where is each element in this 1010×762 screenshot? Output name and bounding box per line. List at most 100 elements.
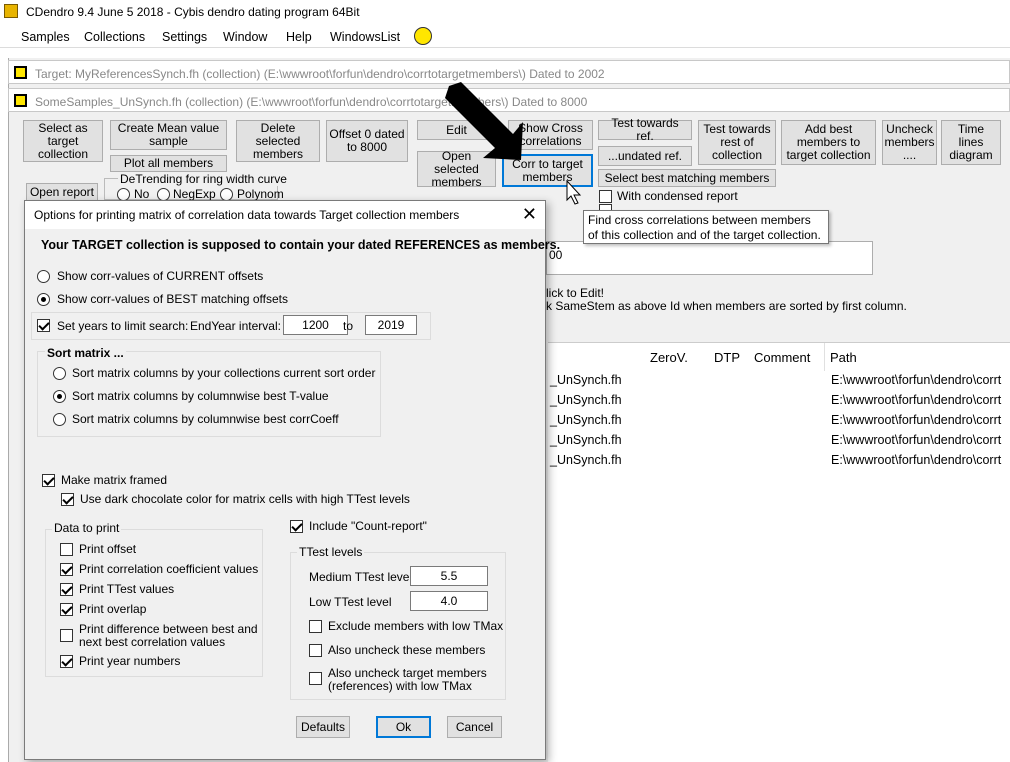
members-list[interactable]: ZeroV. DTP Comment Path _UnSynch.fh E:\w… bbox=[548, 342, 1010, 762]
sort-current-radio[interactable] bbox=[53, 367, 66, 380]
dark-choc-checkbox[interactable] bbox=[61, 493, 74, 506]
add-best-button[interactable]: Add best members to target collection bbox=[781, 120, 876, 165]
select-target-button[interactable]: Select as target collection bbox=[23, 120, 103, 162]
sort-title: Sort matrix ... bbox=[45, 346, 126, 360]
menu-settings[interactable]: Settings bbox=[162, 30, 207, 44]
endyear-to-input[interactable]: 2019 bbox=[365, 315, 417, 335]
print-corr-label: Print correlation coefficient values bbox=[79, 562, 259, 576]
col-comment[interactable]: Comment bbox=[754, 350, 810, 365]
dialog-titlebar[interactable]: Options for printing matrix of correlati… bbox=[25, 201, 545, 229]
app-icon bbox=[4, 4, 18, 18]
window-title: CDendro 9.4 June 5 2018 - Cybis dendro d… bbox=[26, 5, 360, 19]
low-ttest-input[interactable]: 4.0 bbox=[410, 591, 488, 611]
test-rest-button[interactable]: Test towards rest of collection bbox=[698, 120, 776, 165]
sort-tvalue-radio[interactable] bbox=[53, 390, 66, 403]
also-uncheck-target-checkbox[interactable] bbox=[309, 672, 322, 685]
menu-windowslist[interactable]: WindowsList bbox=[330, 30, 400, 44]
to-label: to bbox=[343, 319, 354, 333]
also-uncheck-checkbox[interactable] bbox=[309, 644, 322, 657]
row-path: E:\wwwroot\forfun\dendro\corrt bbox=[831, 393, 1002, 407]
also-uncheck-label: Also uncheck these members bbox=[328, 643, 486, 657]
tooltip: Find cross correlations between members … bbox=[583, 210, 829, 244]
row-name[interactable]: _UnSynch.fh bbox=[550, 373, 622, 387]
print-year-checkbox[interactable] bbox=[60, 655, 73, 668]
print-corr-checkbox[interactable] bbox=[60, 563, 73, 576]
offset0-button[interactable]: Offset 0 dated to 8000 bbox=[326, 120, 408, 162]
row-name[interactable]: _UnSynch.fh bbox=[550, 453, 622, 467]
col-path[interactable]: Path bbox=[830, 350, 857, 365]
medium-ttest-input[interactable]: 5.5 bbox=[410, 566, 488, 586]
data-to-print-title: Data to print bbox=[52, 521, 122, 535]
row-path: E:\wwwroot\forfun\dendro\corrt bbox=[831, 413, 1002, 427]
condensed-report-label: With condensed report bbox=[617, 189, 738, 203]
create-mean-button[interactable]: Create Mean value sample bbox=[110, 120, 227, 150]
row-name[interactable]: _UnSynch.fh bbox=[550, 393, 622, 407]
sort-corr-label: Sort matrix columns by columnwise best c… bbox=[72, 412, 339, 426]
sort-corr-radio[interactable] bbox=[53, 413, 66, 426]
target-window-titlebar[interactable]: Target: MyReferencesSynch.fh (collection… bbox=[8, 60, 1010, 84]
print-offset-checkbox[interactable] bbox=[60, 543, 73, 556]
row-path: E:\wwwroot\forfun\dendro\corrt bbox=[831, 373, 1002, 387]
medium-ttest-label: Medium TTest level bbox=[309, 570, 413, 584]
target-window-title: Target: MyReferencesSynch.fh (collection… bbox=[35, 67, 605, 81]
col-zerov[interactable]: ZeroV. bbox=[650, 350, 688, 365]
low-ttest-label: Low TTest level bbox=[309, 595, 392, 609]
edit-field[interactable]: 00 bbox=[546, 241, 873, 275]
sort-current-label: Sort matrix columns by your collections … bbox=[72, 366, 376, 380]
menu-window[interactable]: Window bbox=[223, 30, 267, 44]
print-diff-label-1: Print difference between best and bbox=[79, 622, 258, 636]
menu-collections[interactable]: Collections bbox=[84, 30, 145, 44]
uncheck-members-button[interactable]: Uncheck members .... bbox=[882, 120, 937, 165]
col-dtp[interactable]: DTP bbox=[714, 350, 740, 365]
detrend-label: DeTrending for ring width curve bbox=[118, 172, 289, 186]
annotation-arrow-icon bbox=[445, 82, 523, 160]
limit-years-label: Set years to limit search: bbox=[57, 319, 189, 333]
ttest-title: TTest levels bbox=[297, 545, 365, 559]
radio-current-label: Show corr-values of CURRENT offsets bbox=[57, 269, 264, 283]
click-to-edit-label: lick to Edit! bbox=[546, 286, 605, 300]
pointer-icon[interactable] bbox=[414, 27, 432, 45]
print-offset-label: Print offset bbox=[79, 542, 137, 556]
limit-years-checkbox[interactable] bbox=[37, 319, 50, 332]
detrend-polynom-label: Polynom bbox=[237, 187, 284, 201]
condensed-report-checkbox[interactable] bbox=[599, 190, 612, 203]
framed-checkbox[interactable] bbox=[42, 474, 55, 487]
endyear-label: EndYear interval: bbox=[190, 319, 281, 333]
mouse-cursor-icon bbox=[566, 180, 582, 205]
detrend-no-label: No bbox=[134, 187, 150, 201]
menu-help[interactable]: Help bbox=[286, 30, 312, 44]
include-count-checkbox[interactable] bbox=[290, 520, 303, 533]
row-name[interactable]: _UnSynch.fh bbox=[550, 433, 622, 447]
row-name[interactable]: _UnSynch.fh bbox=[550, 413, 622, 427]
print-diff-label-2: next best correlation values bbox=[79, 635, 226, 649]
test-towards-ref-button[interactable]: Test towards ref. bbox=[598, 117, 692, 143]
delete-selected-button[interactable]: Delete selected members bbox=[236, 120, 320, 162]
close-icon[interactable]: ✕ bbox=[522, 205, 537, 223]
print-year-label: Print year numbers bbox=[79, 654, 181, 668]
print-overlap-checkbox[interactable] bbox=[60, 603, 73, 616]
ok-button[interactable]: Ok bbox=[376, 716, 431, 738]
row-path: E:\wwwroot\forfun\dendro\corrt bbox=[831, 433, 1002, 447]
radio-best-offsets[interactable] bbox=[37, 293, 50, 306]
also-uncheck-target-label-2: (references) with low TMax bbox=[328, 679, 472, 693]
cancel-button[interactable]: Cancel bbox=[447, 716, 502, 738]
dialog-heading: Your TARGET collection is supposed to co… bbox=[41, 238, 561, 252]
select-best-button[interactable]: Select best matching members bbox=[598, 169, 776, 187]
include-count-label: Include "Count-report" bbox=[309, 519, 427, 533]
defaults-button[interactable]: Defaults bbox=[296, 716, 350, 738]
plot-all-button[interactable]: Plot all members bbox=[110, 155, 227, 172]
menu-samples[interactable]: Samples bbox=[21, 30, 70, 44]
also-uncheck-target-label-1: Also uncheck target members bbox=[328, 666, 487, 680]
detrend-negexp-label: NegExp bbox=[173, 187, 216, 201]
exclude-low-checkbox[interactable] bbox=[309, 620, 322, 633]
print-ttest-checkbox[interactable] bbox=[60, 583, 73, 596]
row-path: E:\wwwroot\forfun\dendro\corrt bbox=[831, 453, 1002, 467]
undated-ref-button[interactable]: ...undated ref. bbox=[598, 146, 692, 166]
window-icon bbox=[14, 66, 27, 79]
endyear-from-input[interactable]: 1200 bbox=[283, 315, 348, 335]
print-options-dialog: Options for printing matrix of correlati… bbox=[24, 200, 560, 760]
time-lines-button[interactable]: Time lines diagram bbox=[941, 120, 1001, 165]
radio-current-offsets[interactable] bbox=[37, 270, 50, 283]
dark-choc-label: Use dark chocolate color for matrix cell… bbox=[80, 492, 410, 506]
print-diff-checkbox[interactable] bbox=[60, 629, 73, 642]
